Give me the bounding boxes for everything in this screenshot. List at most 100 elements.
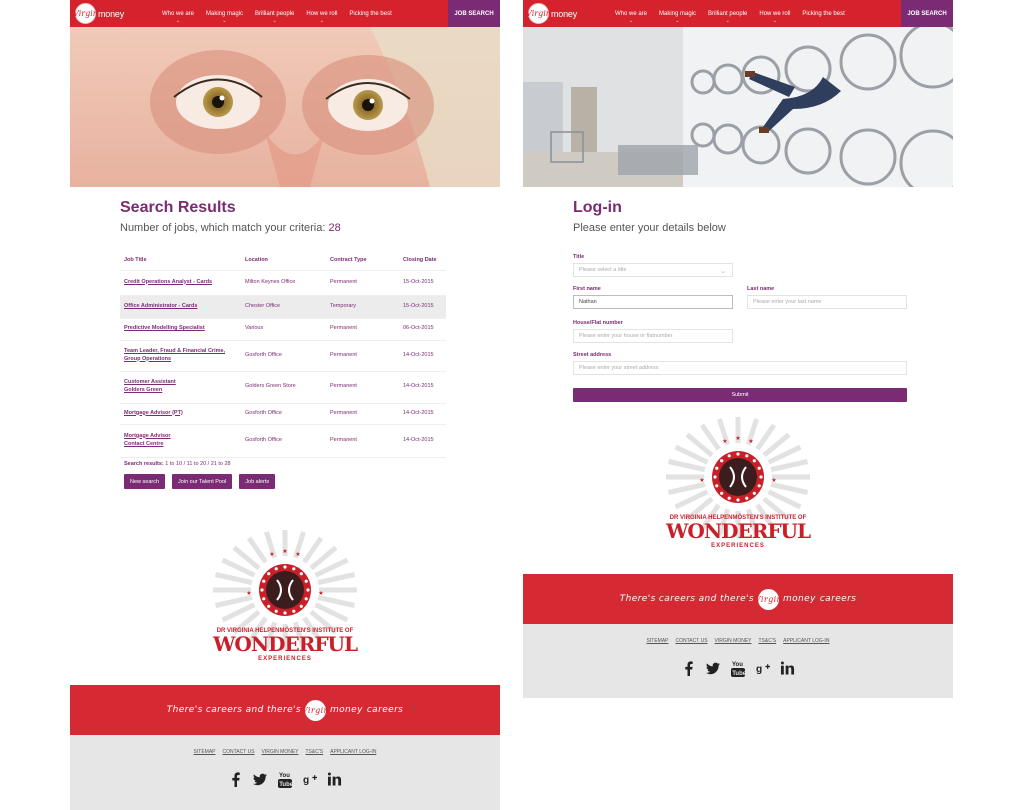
svg-text:You: You: [732, 662, 743, 668]
careers-tagline: There's careers and there's Virgin money…: [167, 699, 404, 721]
virgin-logo-disc: Virgin: [302, 699, 329, 721]
footer-link-sitemap[interactable]: SITEMAP: [647, 638, 669, 644]
chevron-down-icon: ⌄: [272, 18, 277, 24]
join-talent-pool-button[interactable]: Join our Talent Pool: [172, 474, 233, 489]
linkedin-icon[interactable]: [328, 771, 342, 787]
virgin-logo-disc: Virgin: [73, 3, 98, 24]
new-search-button[interactable]: New search: [124, 474, 166, 489]
svg-text:★: ★: [722, 438, 727, 445]
col-location: Location: [241, 250, 326, 271]
virgin-money-logo[interactable]: Virgin money: [526, 3, 577, 24]
footer-link-virgin-money[interactable]: VIRGIN MONEY: [262, 749, 299, 755]
table-row[interactable]: Mortgage Advisor Contact Centre Gosforth …: [120, 424, 446, 458]
svg-text:★: ★: [282, 548, 287, 555]
first-name-field[interactable]: Nathan: [573, 295, 733, 309]
table-row[interactable]: Office Administrator - Cards Chester Offi…: [120, 295, 446, 319]
footer-link-contact-us[interactable]: CONTACT US: [223, 749, 255, 755]
nav-making-magic[interactable]: Making magic ⌄: [653, 0, 702, 27]
job-title-link[interactable]: Mortgage Advisor Contact Centre: [120, 424, 241, 458]
facebook-icon[interactable]: [228, 771, 242, 787]
col-closing-date: Closing Date: [399, 250, 446, 271]
login-form-section: Log-in Please enter your details below T…: [573, 199, 907, 409]
results-count-number: 28: [328, 222, 341, 234]
google-plus-icon[interactable]: g: [303, 771, 317, 787]
google-plus-icon[interactable]: g: [756, 660, 770, 676]
facebook-icon[interactable]: [681, 660, 695, 676]
nav-making-magic[interactable]: Making magic ⌄: [200, 0, 249, 27]
chevron-down-icon: ⌄: [319, 18, 324, 24]
chevron-down-icon: ⌄: [628, 18, 634, 24]
pagination[interactable]: Search results: 1 to 10 / 11 to 20 / 21 …: [124, 461, 231, 467]
footer-links: SITEMAP CONTACT US VIRGIN MONEY TS&C'S A…: [70, 749, 500, 755]
footer-link-virgin-money[interactable]: VIRGIN MONEY: [715, 638, 752, 644]
social-icons: You Tube g: [70, 771, 500, 788]
youtube-icon[interactable]: You Tube: [278, 771, 292, 788]
col-job-title: Job Title: [120, 250, 241, 271]
chevron-down-icon: ⌄: [675, 18, 680, 24]
job-title-link[interactable]: Credit Operations Analyst - Cards: [120, 270, 241, 296]
hero-image-laundrette: [523, 27, 953, 187]
page-title: Log-in: [573, 199, 622, 216]
nav-brilliant-people[interactable]: Brilliant people ⌄: [702, 0, 753, 27]
login-subtitle: Please enter your details below: [573, 222, 726, 234]
twitter-icon[interactable]: [253, 771, 267, 787]
house-number-field[interactable]: Please enter your house or flatnumber: [573, 329, 733, 343]
virgin-money-logo[interactable]: Virgin money: [73, 3, 124, 24]
nav-how-we-roll[interactable]: How we roll ⌄: [300, 0, 343, 27]
job-title-link[interactable]: Office Administrator - Cards: [120, 295, 241, 319]
table-header-row: Job Title Location Contract Type Closing…: [120, 250, 446, 271]
results-count: Number of jobs, which match your criteri…: [120, 222, 341, 234]
nav-brilliant-people[interactable]: Brilliant people ⌄: [249, 0, 300, 27]
job-search-button[interactable]: JOB SEARCH: [901, 0, 953, 27]
careers-tagline-band: There's careers and there's Virgin money…: [70, 685, 500, 735]
col-contract-type: Contract Type: [326, 250, 399, 271]
job-title-link[interactable]: Mortgage Advisor (PT): [120, 403, 241, 425]
title-select[interactable]: Please select a title ⌄: [573, 263, 733, 277]
job-search-button[interactable]: JOB SEARCH: [448, 0, 500, 27]
submit-button[interactable]: Submit: [573, 388, 907, 402]
nav-who-we-are[interactable]: Who we are ⌄: [609, 0, 653, 27]
careers-tagline: There's careers and there's Virgin money…: [620, 588, 857, 610]
job-title-link[interactable]: Team Leader, Fraud & Financial Crime, Gr…: [120, 340, 241, 372]
job-title-link[interactable]: Predictive Modelling Specialist: [120, 318, 241, 341]
footer-links: SITEMAP CONTACT US VIRGIN MONEY TS&C'S A…: [523, 638, 953, 644]
svg-text:★: ★: [269, 551, 274, 558]
nav-picking-the-best[interactable]: Picking the best: [343, 0, 397, 27]
twitter-icon[interactable]: [706, 660, 720, 676]
linkedin-icon[interactable]: [781, 660, 795, 676]
nav-picking-the-best[interactable]: Picking the best: [796, 0, 850, 27]
footer-link-sitemap[interactable]: SITEMAP: [194, 749, 216, 755]
table-row[interactable]: Credit Operations Analyst - Cards Milton …: [120, 270, 446, 296]
footer-link-tscs[interactable]: TS&C'S: [306, 749, 324, 755]
footer-link-contact-us[interactable]: CONTACT US: [676, 638, 708, 644]
footer-link-applicant-login[interactable]: APPLICANT LOG-IN: [783, 638, 829, 644]
last-name-field[interactable]: Please enter your last name: [747, 295, 907, 309]
footer-link-applicant-login[interactable]: APPLICANT LOG-IN: [330, 749, 376, 755]
street-address-field[interactable]: Please enter your street address: [573, 361, 907, 375]
nav-how-we-roll[interactable]: How we roll ⌄: [753, 0, 796, 27]
emblem-line-experiences: EXPERIENCES: [258, 656, 312, 662]
table-row[interactable]: Customer Assistant Golders Green Golders …: [120, 371, 446, 404]
wonderful-experiences-emblem: ★ ★ ★ ★ ★ DR VIRGINIA HELPENMÖSTEN'S INSTITUT…: [658, 412, 818, 562]
table-row[interactable]: Team Leader, Fraud & Financial Crime, Gr…: [120, 340, 446, 372]
chevron-down-icon: ⌄: [725, 18, 730, 24]
svg-text:★: ★: [318, 590, 323, 597]
footer-link-tscs[interactable]: TS&C'S: [759, 638, 777, 644]
nav-who-we-are[interactable]: Who we are ⌄: [156, 0, 200, 27]
table-row[interactable]: Predictive Modelling Specialist Various Pe…: [120, 318, 446, 341]
table-row[interactable]: Mortgage Advisor (PT) Gosforth Office Perm…: [120, 403, 446, 425]
house-number-label: House/Flat number: [573, 320, 623, 326]
svg-text:★: ★: [771, 477, 776, 484]
last-name-label: Last name: [747, 286, 775, 292]
first-name-label: First name: [573, 286, 601, 292]
svg-text:★: ★: [748, 438, 753, 445]
youtube-icon[interactable]: You Tube: [731, 660, 745, 677]
footer: SITEMAP CONTACT US VIRGIN MONEY TS&C'S A…: [70, 735, 500, 810]
pagination-links[interactable]: 1 to 10 / 11 to 20 / 21 to 28: [165, 461, 230, 467]
job-alerts-button[interactable]: Job alerts: [239, 474, 276, 489]
job-title-link[interactable]: Customer Assistant Golders Green: [120, 371, 241, 404]
emblem-line-wonderful: WONDERFUL: [665, 519, 811, 543]
svg-text:You: You: [279, 773, 290, 779]
virgin-logo-disc: Virgin: [755, 588, 782, 610]
chevron-down-icon: ⌄: [720, 268, 726, 275]
